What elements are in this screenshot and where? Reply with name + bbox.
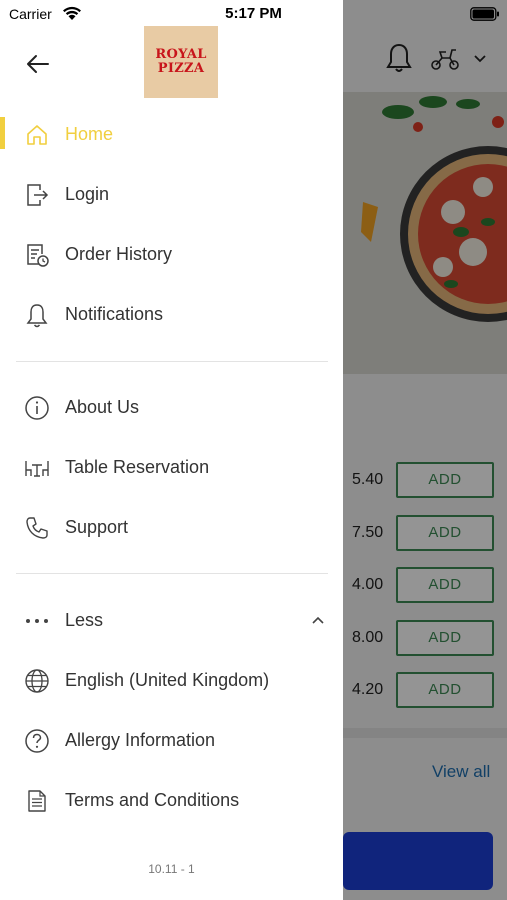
menu-label: About Us xyxy=(65,397,140,417)
globe-icon xyxy=(25,669,49,693)
status-bar: Carrier 5:17 PM xyxy=(0,0,507,28)
menu-item-about-us[interactable]: About Us xyxy=(0,383,343,433)
menu-label: Less xyxy=(65,610,104,630)
battery-icon xyxy=(470,7,499,21)
login-icon xyxy=(27,184,49,206)
navigation-drawer: ROYAL PIZZA Home Login Order History Not… xyxy=(0,0,343,900)
chevron-up-icon xyxy=(312,616,324,624)
menu-item-home[interactable]: Home xyxy=(0,110,343,160)
menu-item-allergy-information[interactable]: Allergy Information xyxy=(0,716,343,766)
brand-logo: ROYAL PIZZA xyxy=(144,26,218,98)
menu-label: Support xyxy=(65,517,129,537)
menu-divider xyxy=(16,573,328,574)
drawer-overlay[interactable] xyxy=(343,0,507,900)
menu-label: Home xyxy=(65,124,114,144)
menu-item-terms-and-conditions[interactable]: Terms and Conditions xyxy=(0,776,343,826)
menu-item-language[interactable]: English (United Kingdom) xyxy=(0,656,343,706)
active-indicator xyxy=(0,117,5,149)
app-version: 10.11 - 1 xyxy=(148,862,195,876)
order-history-icon xyxy=(27,244,49,267)
phone-icon xyxy=(26,517,48,539)
menu-label: Order History xyxy=(65,244,173,264)
menu-item-table-reservation[interactable]: Table Reservation xyxy=(0,443,343,493)
info-icon xyxy=(25,396,49,420)
menu-item-support[interactable]: Support xyxy=(0,503,343,553)
menu-label: English (United Kingdom) xyxy=(65,670,270,690)
question-icon xyxy=(25,729,49,753)
menu-label: Terms and Conditions xyxy=(65,790,240,810)
logo-text-line2: PIZZA xyxy=(157,61,205,76)
logo-text-line1: ROYAL xyxy=(155,47,207,62)
menu-item-order-history[interactable]: Order History xyxy=(0,230,343,280)
menu-label: Allergy Information xyxy=(65,730,216,750)
menu-label: Notifications xyxy=(65,304,164,324)
home-icon xyxy=(27,125,47,145)
menu-divider xyxy=(16,361,328,362)
menu-item-less-toggle[interactable]: Less xyxy=(0,596,343,646)
document-icon xyxy=(28,790,46,812)
bell-icon xyxy=(26,304,48,328)
menu-item-login[interactable]: Login xyxy=(0,170,343,220)
back-arrow-icon[interactable] xyxy=(24,50,52,78)
menu-label: Table Reservation xyxy=(65,457,210,477)
table-icon xyxy=(25,461,49,477)
clock: 5:17 PM xyxy=(225,5,282,22)
menu-label: Login xyxy=(65,184,110,204)
menu-item-notifications[interactable]: Notifications xyxy=(0,290,343,340)
more-dots-icon xyxy=(26,619,48,623)
